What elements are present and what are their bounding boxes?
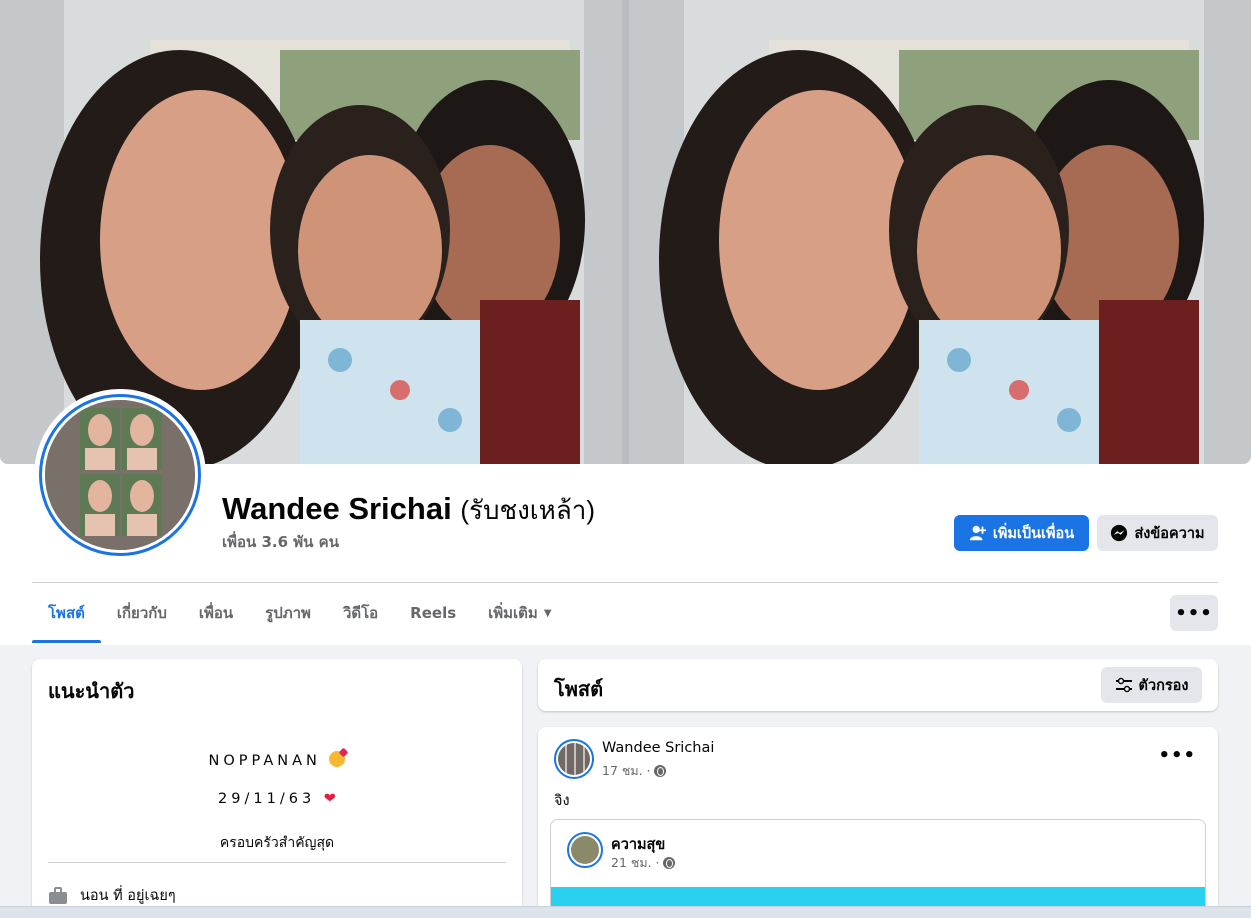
add-friend-icon — [969, 525, 986, 541]
profile-more-button[interactable]: ••• — [1170, 595, 1218, 631]
tab-photos[interactable]: รูปภาพ — [249, 583, 327, 643]
tab-friends-label: เพื่อน — [198, 604, 234, 622]
bio-line-3: ครอบครัวสำคัญสุด — [219, 835, 335, 851]
tab-posts-label: โพสต์ — [48, 604, 85, 622]
heart-emoji-icon: ❤ — [323, 791, 336, 807]
add-friend-button[interactable]: เพิ่มเป็นเพื่อน — [954, 515, 1089, 551]
profile-alt-name: (รับชงเหล้า) — [460, 495, 596, 525]
message-label: ส่งข้อความ — [1134, 525, 1205, 542]
shared-meta: 21 ชม. · — [611, 853, 675, 873]
messenger-icon — [1111, 524, 1128, 542]
posts-header-card: โพสต์ ตัวกรอง — [538, 659, 1218, 711]
posts-title: โพสต์ — [554, 677, 604, 701]
tab-about-label: เกี่ยวกับ — [116, 604, 167, 622]
tab-posts[interactable]: โพสต์ — [32, 583, 101, 643]
profile-name: Wandee Srichai (รับชงเหล้า) — [222, 490, 595, 531]
tab-reels[interactable]: Reels — [394, 583, 472, 643]
add-friend-label: เพิ่มเป็นเพื่อน — [992, 525, 1075, 542]
intro-title: แนะนำตัว — [48, 679, 135, 703]
profile-avatar[interactable] — [34, 389, 206, 561]
tab-videos[interactable]: วิดีโอ — [327, 583, 394, 643]
message-button[interactable]: ส่งข้อความ — [1097, 515, 1218, 551]
kiss-emoji-icon — [329, 751, 346, 767]
bio-line-1-text: NOPPANAN — [208, 753, 321, 769]
globe-icon — [653, 765, 666, 777]
profile-tabs: โพสต์ เกี่ยวกับ เพื่อน รูปภาพ วิดีโอ Ree… — [32, 583, 568, 643]
post-author-name[interactable]: Wandee Srichai — [602, 740, 714, 756]
bio-line-2: 29/11/63 ❤ — [32, 791, 522, 807]
post-time[interactable]: 17 ชม. · — [602, 761, 651, 781]
tab-more-label: เพิ่มเติม — [488, 604, 538, 622]
filter-icon — [1115, 677, 1132, 693]
intro-detail-text: นอน ที่ อยู่เฉยๆ — [80, 888, 176, 904]
shared-time[interactable]: 21 ชม. · — [611, 853, 660, 873]
chevron-down-icon: ▼ — [543, 607, 552, 619]
post-card: Wandee Srichai 17 ชม. · ••• จิง ความสุข … — [538, 727, 1218, 918]
bio-line-2-text: 29/11/63 — [218, 791, 316, 807]
tab-more[interactable]: เพิ่มเติม ▼ — [472, 583, 567, 643]
post-more-button[interactable]: ••• — [1158, 745, 1196, 766]
post-meta: 17 ชม. · — [602, 761, 666, 781]
cover-photo-right — [629, 0, 1251, 464]
tab-friends[interactable]: เพื่อน — [183, 583, 249, 643]
intro-divider — [48, 862, 506, 863]
tab-about[interactable]: เกี่ยวกับ — [101, 583, 183, 643]
filter-label: ตัวกรอง — [1138, 677, 1189, 694]
post-text: จิง — [554, 793, 570, 809]
tab-reels-label: Reels — [410, 604, 457, 622]
shared-author-avatar[interactable] — [567, 832, 603, 868]
briefcase-icon — [49, 886, 67, 904]
intro-card: แนะนำตัว NOPPANAN 29/11/63 ❤ ครอบครัวสำค… — [32, 659, 522, 918]
bio-line-1: NOPPANAN — [32, 751, 522, 769]
cover-photo[interactable] — [0, 0, 1251, 464]
shared-post[interactable]: ความสุข 21 ชม. · — [550, 819, 1206, 918]
friends-count[interactable]: เพื่อน 3.6 พัน คน — [222, 530, 339, 554]
taskbar — [0, 906, 1251, 918]
tab-photos-label: รูปภาพ — [265, 604, 311, 622]
profile-header: Wandee Srichai (รับชงเหล้า) เพื่อน 3.6 พ… — [0, 0, 1251, 645]
intro-detail-work: นอน ที่ อยู่เฉยๆ — [48, 884, 176, 907]
globe-icon — [662, 857, 675, 869]
profile-name-text: Wandee Srichai — [222, 491, 452, 526]
filter-button[interactable]: ตัวกรอง — [1101, 667, 1202, 703]
tab-videos-label: วิดีโอ — [342, 604, 379, 622]
post-author-avatar[interactable] — [554, 739, 594, 779]
